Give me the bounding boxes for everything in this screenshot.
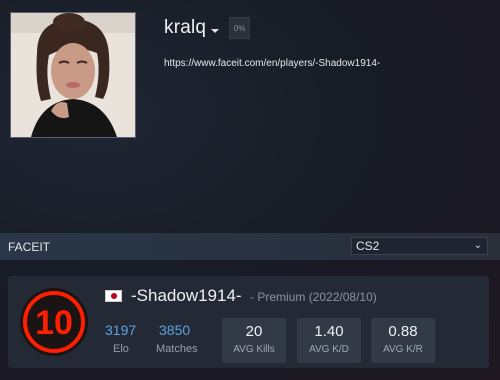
stat-box-avg-kills: 20 AVG Kills [222,318,286,363]
faceit-level-badge: 10 [20,288,88,356]
stat-label: AVG K/R [383,344,423,355]
stat-label: AVG K/D [309,344,349,355]
username-row: kralq 0% [164,17,251,39]
membership-status: - Premium (2022/08/10) [250,290,377,304]
elo-value: 3197 [105,322,137,338]
faceit-section-header: FACEIT CS2 ⌄ [0,233,500,260]
stat-box-avg-kd: 1.40 AVG K/D [297,318,361,363]
stat-value: 1.40 [314,323,344,340]
matches-value: 3850 [159,322,191,338]
avatar-image [11,13,135,137]
stat-value: 0.88 [388,323,418,340]
stat-box-avg-kr: 0.88 AVG K/R [371,318,435,363]
chevron-down-icon[interactable] [211,29,220,33]
nickname-row: -Shadow1914- - Premium (2022/08/10) [131,286,377,306]
steam-profile-page: { "profile": { "username": "kralq", "com… [0,0,500,380]
chevron-down-icon: ⌄ [473,240,482,251]
elo-label: Elo [113,343,129,355]
username: kralq [164,17,207,38]
faceit-profile-link[interactable]: https://www.faceit.com/en/players/-Shado… [164,58,380,69]
game-select-value: CS2 [356,239,380,253]
japan-flag-icon [105,290,122,302]
faceit-stats-panel: 10 -Shadow1914- - Premium (2022/08/10) 3… [8,276,489,368]
faceit-nickname[interactable]: -Shadow1914- [131,286,242,305]
game-select-dropdown[interactable]: CS2 ⌄ [351,237,488,255]
matches-label: Matches [156,343,198,355]
faceit-section-title: FACEIT [8,240,51,254]
stat-label: AVG Kills [233,344,275,355]
profile-avatar[interactable] [10,12,136,138]
stat-value: 20 [245,323,263,340]
completion-badge: 0% [229,17,251,39]
faceit-level-value: 10 [35,304,73,342]
